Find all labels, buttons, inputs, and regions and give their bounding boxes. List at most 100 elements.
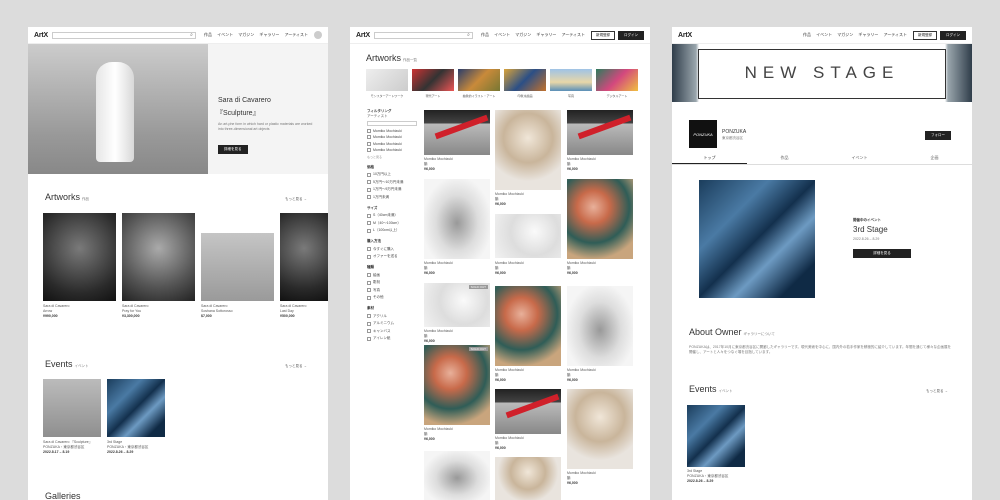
search-input[interactable]: ⌕ bbox=[51, 31, 196, 39]
events-more-link[interactable]: もっと見る → bbox=[285, 364, 307, 369]
logo[interactable]: ArtX bbox=[678, 32, 692, 39]
filter-type-1[interactable]: 絵画 bbox=[367, 273, 417, 278]
filter-more-link[interactable]: もっと見る bbox=[367, 155, 417, 159]
filter-material-3[interactable]: キャンバス bbox=[367, 329, 417, 334]
category-thumb-5[interactable] bbox=[550, 69, 592, 91]
artwork-thumb-4[interactable] bbox=[280, 213, 328, 301]
filter-size-3[interactable]: L（100cm以上） bbox=[367, 228, 417, 233]
event-thumb-1[interactable] bbox=[43, 379, 101, 437]
login-button[interactable]: ログイン bbox=[618, 30, 644, 40]
event-thumb-2[interactable] bbox=[107, 379, 165, 437]
category-label-1: モンスターアートワーク bbox=[370, 94, 404, 98]
work-info-14: Momiko Mochizuki 鶴 ¥6,000 bbox=[567, 471, 596, 485]
artworks-more-link[interactable]: もっと見る → bbox=[285, 197, 307, 202]
work-thumb-8[interactable] bbox=[495, 286, 561, 366]
filter-material-2[interactable]: アルミニウム bbox=[367, 321, 417, 326]
event-thumb[interactable] bbox=[687, 405, 745, 467]
filter-size-1[interactable]: S（40cm未満） bbox=[367, 213, 417, 218]
filter-material-1[interactable]: アクリル bbox=[367, 314, 417, 319]
nav-item-magazine[interactable]: マガジン bbox=[238, 32, 254, 37]
filter-buy-2[interactable]: オファーを送る bbox=[367, 254, 417, 259]
home-page-panel: ArtX ⌕ 作品 イベント マガジン ギャラリー アーティスト Sara di… bbox=[28, 27, 328, 500]
filter-artist-4[interactable]: Momiko Mochizuki bbox=[367, 148, 417, 152]
login-button[interactable]: ログイン bbox=[940, 30, 966, 40]
search-input[interactable]: ⌕ bbox=[373, 31, 473, 39]
category-thumb-1[interactable] bbox=[366, 69, 408, 91]
filter-material-4[interactable]: アイレン紙 bbox=[367, 336, 417, 341]
nav-item-magazine[interactable]: マガジン bbox=[515, 32, 531, 37]
hero-desc: An art-phe form in which hard or plastic… bbox=[218, 122, 313, 131]
work-thumb-1[interactable] bbox=[424, 110, 490, 155]
nav-item-galleries[interactable]: ギャラリー bbox=[858, 32, 878, 37]
gallery-logo[interactable]: PONZUKA bbox=[689, 120, 717, 148]
work-thumb-11[interactable] bbox=[567, 110, 633, 155]
avatar[interactable] bbox=[314, 31, 322, 39]
category-thumb-4[interactable] bbox=[504, 69, 546, 91]
artwork-thumb-2[interactable] bbox=[122, 213, 195, 301]
tab-events[interactable]: イベント bbox=[822, 155, 897, 164]
galleries-title: Galleries bbox=[45, 491, 81, 500]
work-thumb-4[interactable]: SOLD OUT bbox=[424, 345, 490, 425]
work-thumb-14[interactable] bbox=[567, 389, 633, 469]
work-thumb-2[interactable] bbox=[424, 179, 490, 259]
logo[interactable]: ArtX bbox=[356, 32, 370, 39]
current-event-detail-button[interactable]: 詳細を見る bbox=[853, 249, 911, 258]
artist-filter-input[interactable] bbox=[367, 121, 417, 126]
artwork-thumb-1[interactable] bbox=[43, 213, 116, 301]
nav-item-artworks[interactable]: 作品 bbox=[803, 32, 811, 37]
nav-item-galleries[interactable]: ギャラリー bbox=[536, 32, 556, 37]
filter-type-4[interactable]: その他 bbox=[367, 295, 417, 300]
filter-buy-1[interactable]: 今すぐに購入 bbox=[367, 247, 417, 252]
category-thumb-3[interactable] bbox=[458, 69, 500, 91]
category-thumb-2[interactable] bbox=[412, 69, 454, 91]
about-owner-text: PONZUKAは、2017年10月に東京都渋谷区に開廊したギャラリーです。現代美… bbox=[689, 345, 951, 354]
nav-item-artists[interactable]: アーティスト bbox=[561, 32, 585, 37]
nav-item-artworks[interactable]: 作品 bbox=[204, 32, 212, 37]
filter-price-3[interactable]: 1万円〜5万円未満 bbox=[367, 187, 417, 192]
artwork-thumb-3[interactable] bbox=[201, 233, 274, 301]
register-button[interactable]: 新規登録 bbox=[913, 30, 937, 40]
nav-item-events[interactable]: イベント bbox=[816, 32, 832, 37]
tab-top[interactable]: トップ bbox=[672, 155, 747, 164]
work-thumb-5[interactable] bbox=[424, 451, 490, 500]
work-thumb-12[interactable] bbox=[567, 179, 633, 259]
hero-detail-button[interactable]: 詳細を見る bbox=[218, 145, 248, 154]
hero-image[interactable] bbox=[28, 44, 208, 174]
tab-projects[interactable]: 企画 bbox=[897, 155, 972, 164]
filter-type-3[interactable]: 写真 bbox=[367, 288, 417, 293]
nav-item-artists[interactable]: アーティスト bbox=[883, 32, 907, 37]
nav-item-magazine[interactable]: マガジン bbox=[837, 32, 853, 37]
work-thumb-6[interactable] bbox=[495, 110, 561, 190]
nav-item-artists[interactable]: アーティスト bbox=[284, 32, 308, 37]
filter-material-label: 素材 bbox=[367, 306, 374, 310]
events-title: Events イベント bbox=[45, 359, 89, 369]
nav-item-artworks[interactable]: 作品 bbox=[481, 32, 489, 37]
category-thumb-6[interactable] bbox=[596, 69, 638, 91]
work-info-12: Momiko Mochizuki 鶴 ¥6,000 bbox=[567, 261, 596, 275]
filter-price-2[interactable]: 5万円〜10万円未満 bbox=[367, 180, 417, 185]
work-thumb-9[interactable] bbox=[495, 389, 561, 434]
work-thumb-13[interactable] bbox=[567, 286, 633, 366]
filter-artist-1[interactable]: Momiko Mochizuki bbox=[367, 128, 417, 133]
work-thumb-3[interactable]: SOLD OUT bbox=[424, 283, 490, 327]
sold-out-badge: SOLD OUT bbox=[468, 285, 488, 289]
filter-artist-2[interactable]: Momiko Mochizuki bbox=[367, 135, 417, 139]
filter-size-2[interactable]: M（40〜100cm） bbox=[367, 221, 417, 226]
nav-item-events[interactable]: イベント bbox=[217, 32, 233, 37]
filter-type-2[interactable]: 彫刻 bbox=[367, 280, 417, 285]
filter-artist-3[interactable]: Momiko Mochizuki bbox=[367, 141, 417, 146]
filter-price-4[interactable]: 1万円未満 bbox=[367, 195, 417, 200]
work-thumb-7[interactable] bbox=[495, 214, 561, 258]
nav-item-events[interactable]: イベント bbox=[494, 32, 510, 37]
search-icon[interactable]: ⌕ bbox=[190, 32, 193, 38]
register-button[interactable]: 新規登録 bbox=[591, 30, 615, 40]
logo[interactable]: ArtX bbox=[34, 32, 48, 39]
current-event-image[interactable] bbox=[699, 180, 815, 298]
tab-artworks[interactable]: 作品 bbox=[747, 155, 822, 164]
events-more-link[interactable]: もっと見る → bbox=[926, 389, 948, 394]
search-icon[interactable]: ⌕ bbox=[467, 32, 470, 38]
work-thumb-10[interactable] bbox=[495, 457, 561, 500]
nav-item-galleries[interactable]: ギャラリー bbox=[259, 32, 279, 37]
filter-price-1[interactable]: 10万円以上 bbox=[367, 172, 417, 177]
follow-button[interactable]: フォロー bbox=[925, 131, 951, 140]
